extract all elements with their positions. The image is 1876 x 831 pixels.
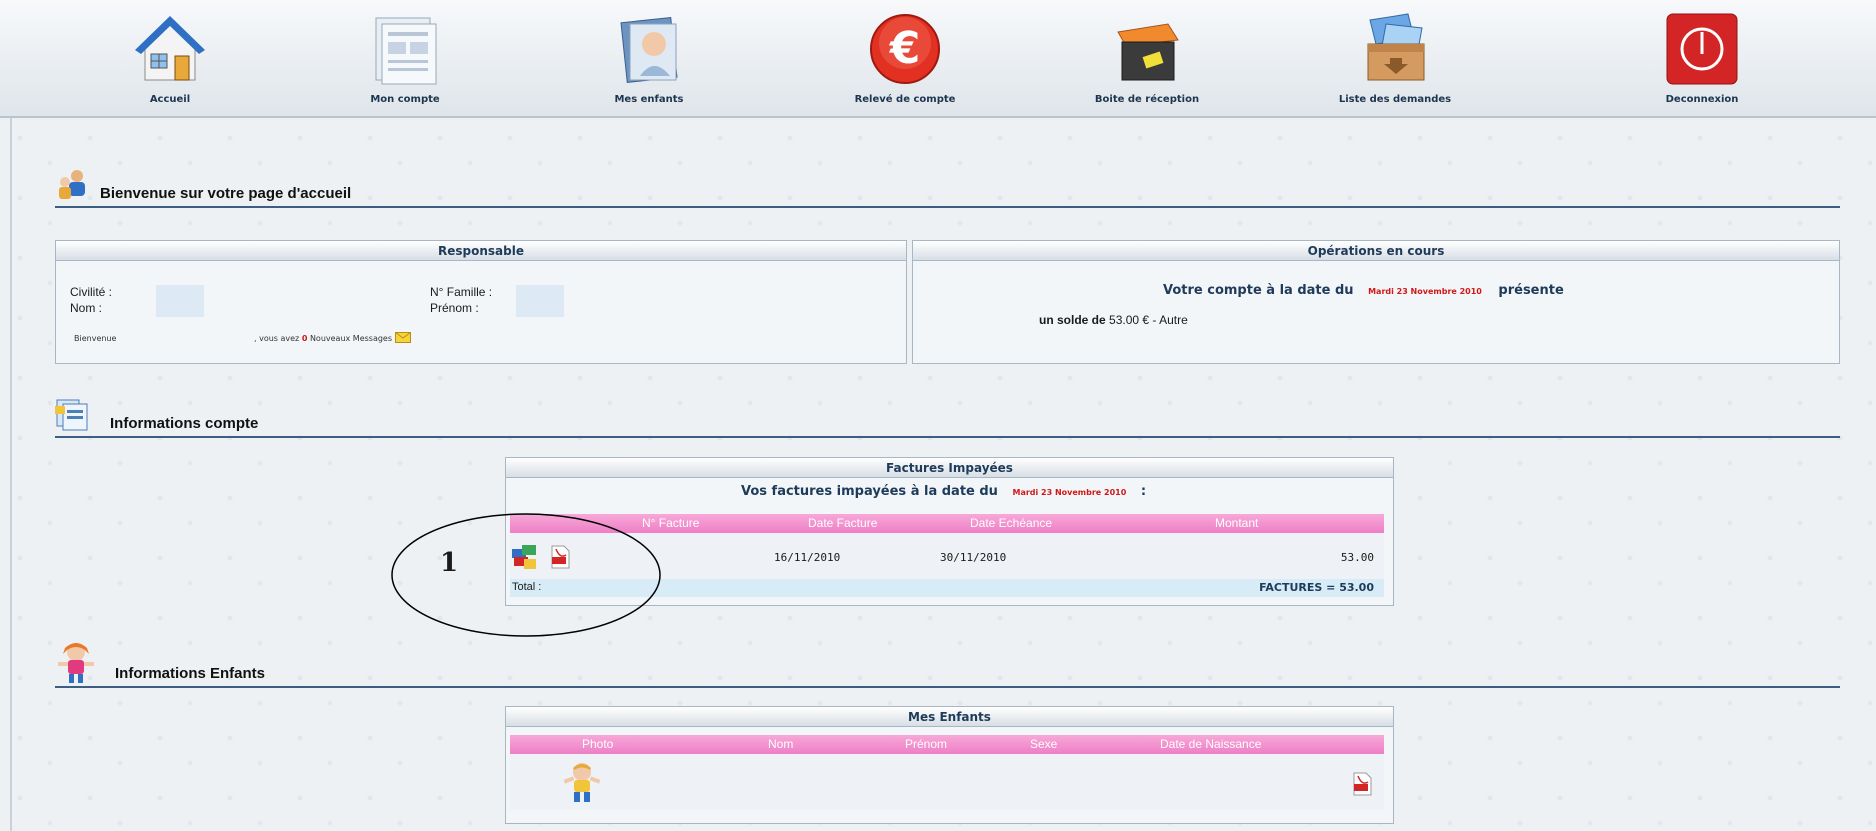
messages-suffix[interactable]: Nouveaux Messages <box>310 334 392 343</box>
nav-boite-de-reception[interactable]: Boite de réception <box>1062 10 1232 112</box>
left-rule <box>10 118 12 831</box>
nav-label: Accueil <box>149 94 191 105</box>
famille-value <box>516 285 564 301</box>
prenom-value <box>516 301 564 317</box>
col-date-echeance: Date Echéance <box>970 516 1053 530</box>
col-nom: Nom <box>768 737 794 751</box>
nav-mon-compte[interactable]: Mon compte <box>320 10 490 112</box>
welcome-title: Bienvenue sur votre page d'accueil <box>100 185 352 202</box>
montant-cell: 53.00 <box>1340 551 1374 564</box>
responsable-title: Responsable <box>56 241 906 261</box>
messages-info: , vous avez 0 Nouveaux Messages <box>254 332 411 345</box>
children-section-header: Informations Enfants <box>55 643 1840 688</box>
home-icon <box>131 10 209 88</box>
annotation-label: 1 <box>440 548 459 578</box>
messages-prefix: , vous avez <box>254 334 300 343</box>
children-photo-icon <box>610 10 688 88</box>
girl-icon <box>55 640 97 684</box>
responsable-panel: Responsable Civilité : Nom : N° Famille … <box>55 240 907 364</box>
factures-subtitle-prefix: Vos factures impayées à la date du <box>741 484 998 499</box>
messages-count[interactable]: 0 <box>302 334 308 343</box>
euro-icon: € <box>866 10 944 88</box>
nav-accueil[interactable]: Accueil <box>85 10 255 112</box>
civilite-label: Civilité : <box>70 285 113 299</box>
nav-label: Deconnexion <box>1665 94 1739 105</box>
col-montant: Montant <box>1215 516 1259 530</box>
nav-liste-des-demandes[interactable]: Liste des demandes <box>1310 10 1480 112</box>
nav-mes-enfants[interactable]: Mes enfants <box>564 10 734 112</box>
nav-label: Boite de réception <box>1094 94 1200 105</box>
enfants-title: Mes Enfants <box>506 707 1393 727</box>
power-icon <box>1663 10 1741 88</box>
famille-label: N° Famille : <box>430 285 493 299</box>
operations-suffix: présente <box>1498 283 1564 298</box>
nav-deconnexion[interactable]: Deconnexion <box>1617 10 1787 112</box>
factures-subtitle: Vos factures impayées à la date du Mardi… <box>741 484 1146 499</box>
operations-title: Opérations en cours <box>913 241 1839 261</box>
date-echeance-cell: 30/11/2010 <box>940 551 1007 564</box>
solde-line: un solde de 53.00 € - Autre <box>1039 313 1188 327</box>
children-section-title: Informations Enfants <box>115 665 266 682</box>
inbox-icon <box>1108 10 1186 88</box>
requests-box-icon <box>1356 10 1434 88</box>
top-navigation: Accueil Mon compte Mes enfants € Relevé … <box>0 0 1876 118</box>
child-avatar-icon <box>562 760 602 808</box>
factures-date: Mardi 23 Novembre 2010 <box>1012 488 1127 497</box>
prenom-label: Prénom : <box>430 301 479 315</box>
total-value: FACTURES = 53.00 <box>1259 581 1374 594</box>
documents-icon <box>55 396 91 432</box>
svg-text:€: € <box>889 23 921 74</box>
operations-prefix: Votre compte à la date du <box>1163 283 1354 298</box>
nav-releve-de-compte[interactable]: € Relevé de compte <box>820 10 990 112</box>
bienvenue-text: Bienvenue <box>74 334 117 343</box>
operations-date: Mardi 23 Novembre 2010 <box>1368 287 1482 296</box>
welcome-section-header: Bienvenue sur votre page d'accueil <box>55 168 1840 208</box>
operations-line1: Votre compte à la date du Mardi 23 Novem… <box>1163 283 1564 298</box>
operations-panel: Opérations en cours Votre compte à la da… <box>912 240 1840 364</box>
solde-value: 53.00 € - Autre <box>1109 313 1188 327</box>
col-sexe: Sexe <box>1030 737 1058 751</box>
factures-title: Factures Impayées <box>506 458 1393 478</box>
annotation-ellipse <box>391 513 661 637</box>
nav-label: Mes enfants <box>614 94 684 105</box>
users-icon <box>55 166 91 202</box>
enfants-table-header: Photo Nom Prénom Sexe Date de Naissance <box>510 735 1384 754</box>
nom-value <box>156 301 204 317</box>
nav-label: Mon compte <box>370 94 440 105</box>
col-photo: Photo <box>582 737 614 751</box>
nav-label: Relevé de compte <box>854 94 956 105</box>
account-document-icon <box>366 10 444 88</box>
col-date-naissance: Date de Naissance <box>1160 737 1262 751</box>
envelope-icon[interactable] <box>394 332 411 345</box>
col-prenom: Prénom <box>905 737 948 751</box>
nom-label: Nom : <box>70 301 103 315</box>
date-facture-cell: 16/11/2010 <box>774 551 841 564</box>
pdf-icon[interactable] <box>1352 772 1372 800</box>
col-date-facture: Date Facture <box>808 516 878 530</box>
solde-label: un solde de <box>1039 313 1106 327</box>
account-section-header: Informations compte <box>55 398 1840 438</box>
nav-label: Liste des demandes <box>1338 94 1452 105</box>
table-row <box>510 754 1384 810</box>
account-section-title: Informations compte <box>110 415 259 432</box>
civilite-value <box>156 285 204 301</box>
factures-subtitle-suffix: : <box>1140 484 1147 499</box>
